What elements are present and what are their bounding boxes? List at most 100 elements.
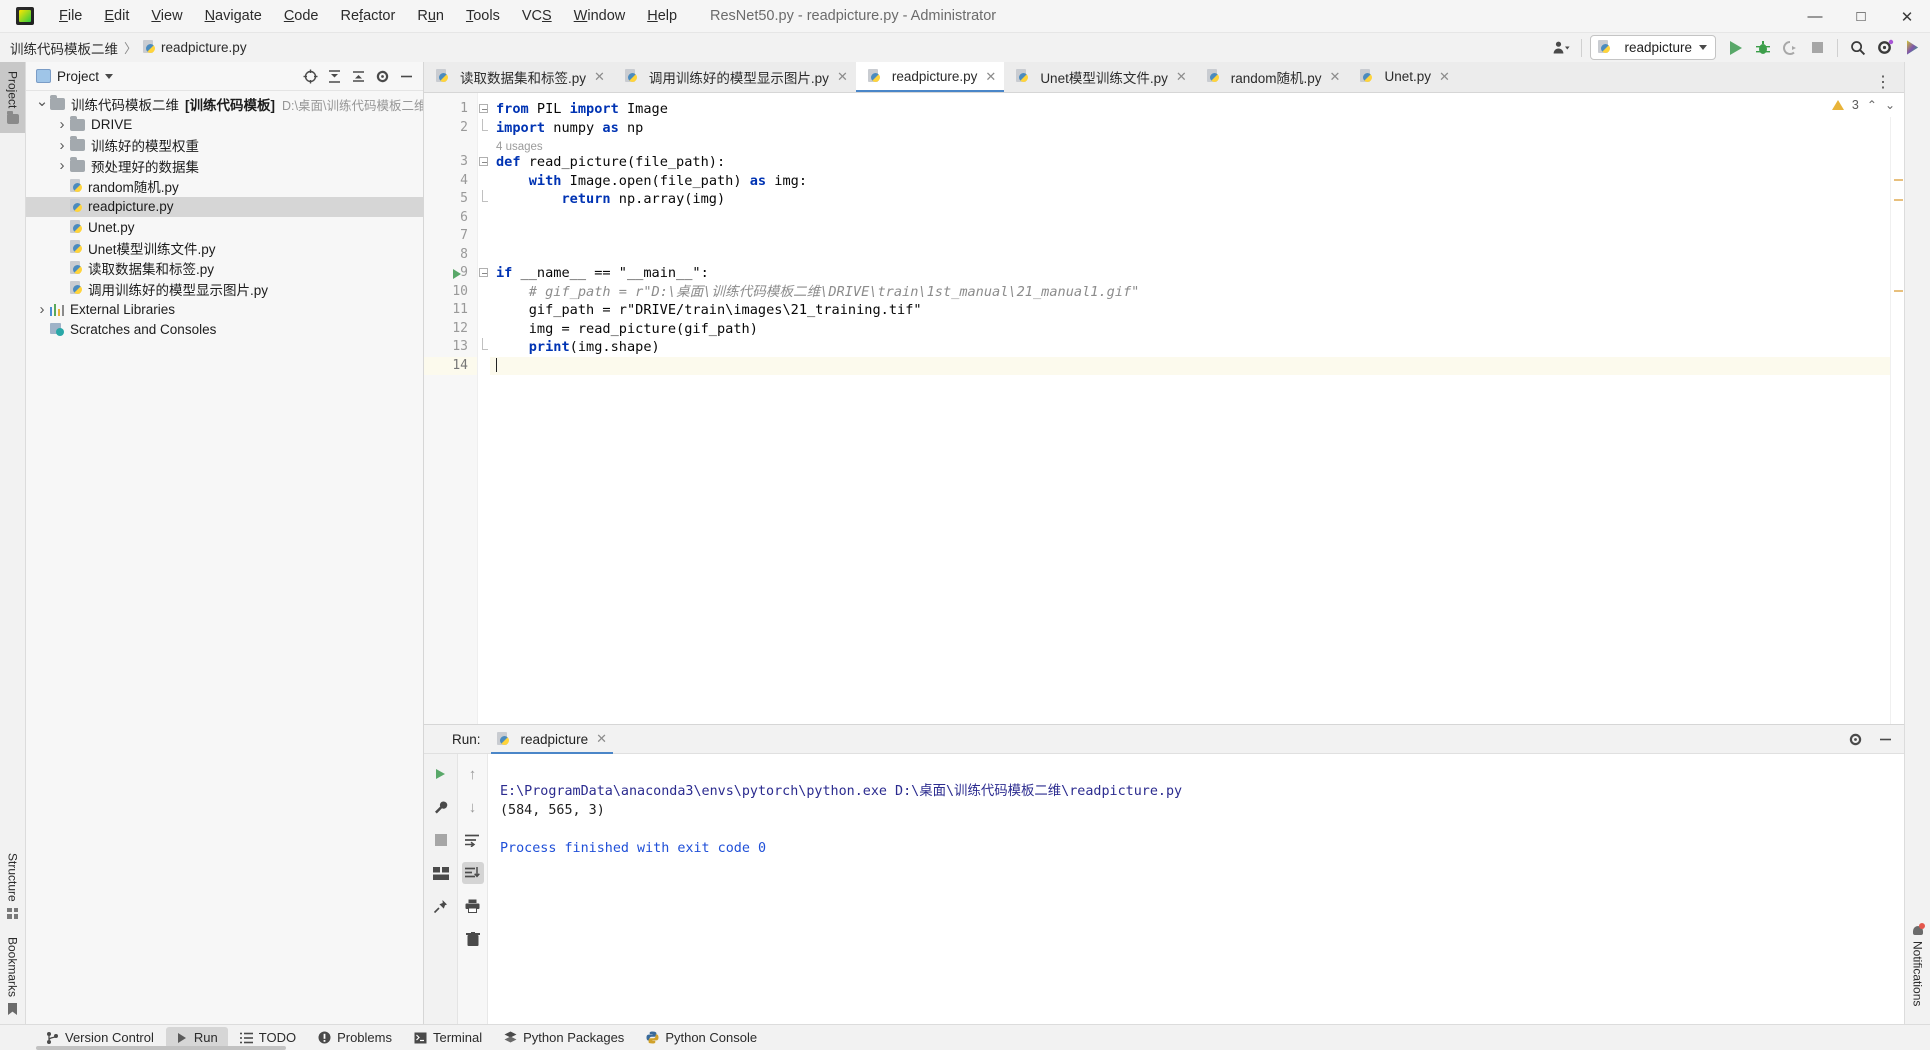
run-settings-gear-icon[interactable] [1844,728,1866,750]
line-number[interactable]: 14 [424,356,477,375]
fold-brk-icon[interactable] [482,190,488,202]
line-number[interactable]: 5 [424,190,477,209]
tree-node[interactable]: Scratches and Consoles [26,320,423,341]
code-editor[interactable]: 12 3 4 5 6 7 8 9 10 11 12 13 14 from PIL import Ima… [424,93,1904,724]
sidebar-item-structure[interactable]: Structure [0,844,25,928]
chevron-right-icon[interactable] [34,302,50,317]
code-line[interactable]: from PIL import Image [490,100,1890,119]
stop-process-button[interactable] [430,829,452,851]
hide-panel-icon[interactable] [395,65,417,87]
tree-node[interactable]: Unet模型训练文件.py [26,238,423,259]
close-icon[interactable]: ✕ [594,69,605,85]
scroll-to-end-button[interactable] [461,862,484,884]
editor-tab[interactable]: Unet模型训练文件.py ✕ [1004,62,1194,92]
inspection-gutter[interactable] [1890,93,1904,724]
close-icon[interactable]: ✕ [985,69,996,85]
maximize-button[interactable]: □ [1838,0,1884,33]
fold-marker[interactable] [478,118,490,138]
editor-tab-overflow[interactable]: ⋮ [1869,72,1904,92]
previous-problem-icon[interactable]: ⌃ [1867,98,1877,112]
run-with-coverage-button[interactable] [1778,36,1802,60]
tool-window-button-python-console[interactable]: Python Console [636,1027,767,1048]
code-line[interactable] [490,227,1890,246]
menu-navigate[interactable]: Navigate [194,4,273,28]
line-number[interactable]: 9 [424,264,477,283]
editor-tab[interactable]: readpicture.py ✕ [855,62,1005,92]
tree-node[interactable]: DRIVE [26,115,423,136]
minimize-button[interactable]: — [1792,0,1838,33]
rerun-button[interactable] [430,763,452,785]
tree-node[interactable]: Unet.py [26,217,423,238]
collapse-all-icon[interactable] [347,65,369,87]
soft-wrap-button[interactable] [462,829,484,851]
line-number[interactable]: 12 [424,320,477,339]
close-icon[interactable]: ✕ [837,69,848,85]
tree-node[interactable]: 读取数据集和标签.py [26,258,423,279]
search-everywhere-button[interactable] [1846,36,1870,60]
fold-minus-icon[interactable] [479,268,488,277]
tree-node[interactable]: External Libraries [26,299,423,320]
line-number[interactable]: 10 [424,283,477,302]
next-problem-icon[interactable]: ⌄ [1885,98,1895,112]
menu-view[interactable]: View [140,4,193,28]
code-line[interactable]: import numpy as np [490,119,1890,138]
pin-tab-button[interactable] [430,895,452,917]
stop-button[interactable] [1805,36,1829,60]
breadcrumb-project[interactable]: 训练代码模板二维 [10,38,118,58]
run-session-tab[interactable]: readpicture ✕ [490,725,614,754]
fold-marker[interactable] [478,246,490,265]
line-number[interactable]: 6 [424,209,477,228]
editor-tab[interactable]: random随机.py ✕ [1195,62,1349,92]
close-icon[interactable]: ✕ [596,731,607,747]
editor-tab[interactable]: Unet.py ✕ [1348,62,1457,92]
menu-edit[interactable]: Edit [93,4,140,28]
fold-marker[interactable] [478,338,490,357]
breadcrumb-file[interactable]: readpicture.py [161,40,247,55]
fold-marker[interactable] [478,283,490,302]
chevron-right-icon[interactable] [54,158,70,173]
horizontal-scrollbar[interactable] [36,1046,286,1050]
user-account-icon[interactable] [1549,36,1573,60]
fold-marker[interactable] [478,227,490,246]
line-number[interactable]: 7 [424,227,477,246]
scroll-up-button[interactable]: ↑ [462,763,484,785]
close-icon[interactable]: ✕ [1439,69,1450,85]
fold-marker[interactable] [478,190,490,209]
fold-minus-icon[interactable] [479,104,488,113]
fold-minus-icon[interactable] [479,157,488,166]
tool-window-button-run[interactable]: Run [165,1027,228,1048]
chevron-right-icon[interactable] [54,138,70,153]
run-console-output[interactable]: E:\ProgramData\anaconda3\envs\pytorch\py… [488,754,1904,1024]
tool-window-button-terminal[interactable]: Terminal [404,1027,492,1048]
tool-window-button-problems[interactable]: Problems [308,1027,402,1048]
tree-node[interactable]: 调用训练好的模型显示图片.py [26,279,423,300]
print-button[interactable] [462,895,484,917]
tree-node[interactable]: readpicture.py [26,196,423,217]
menu-run[interactable]: Run [406,4,455,28]
line-number[interactable]: 1 [424,100,477,119]
tree-node[interactable]: 训练代码模板二维 [训练代码模板] D:\桌面\训练代码模板二维 [26,94,423,115]
tool-window-button-todo[interactable]: TODO [230,1027,306,1048]
code-line[interactable] [490,246,1890,265]
menu-file[interactable]: File [48,4,93,28]
scroll-down-button[interactable]: ↓ [462,796,484,818]
expand-all-icon[interactable] [323,65,345,87]
menu-help[interactable]: Help [636,4,688,28]
fold-marker[interactable] [478,357,490,376]
sidebar-item-project[interactable]: Project [0,62,25,134]
code-line[interactable]: gif_path = r"DRIVE/train\images\21_train… [490,301,1890,320]
code-line[interactable]: return np.array(img) [490,190,1890,209]
chevron-down-icon[interactable] [34,97,50,112]
menu-vcs[interactable]: VCS [511,4,563,28]
fold-marker[interactable] [478,209,490,228]
fold-marker[interactable] [478,301,490,320]
line-number[interactable]: 8 [424,246,477,265]
code-text-area[interactable]: from PIL import Image import numpy as np 4… [490,93,1890,724]
line-number[interactable]: 2 [424,119,477,138]
project-settings-gear-icon[interactable] [371,65,393,87]
fold-marker[interactable] [478,264,490,283]
line-number[interactable]: 3 [424,153,477,172]
menu-window[interactable]: Window [563,4,637,28]
menu-tools[interactable]: Tools [455,4,511,28]
fold-marker[interactable] [478,153,490,172]
